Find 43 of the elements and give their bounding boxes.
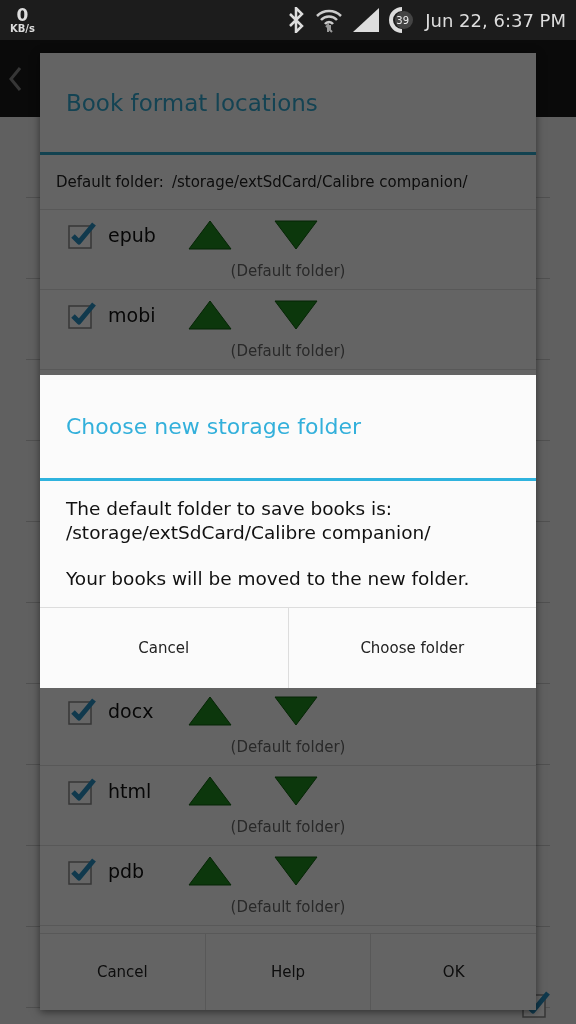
speed-value: 0	[16, 6, 29, 24]
back-icon[interactable]	[8, 65, 22, 92]
move-down-icon[interactable]	[274, 856, 318, 886]
location-text[interactable]: (Default folder)	[40, 898, 536, 916]
checkbox[interactable]	[68, 697, 96, 725]
dialog-message: The default folder to save books is: /storage/extSdCard/Calibre companion/	[66, 497, 432, 546]
bluetooth-icon	[287, 7, 306, 33]
format-name: html	[108, 780, 153, 802]
format-name: epub	[108, 224, 157, 246]
dialog-message: Your books will be moved to the new folder.	[66, 567, 471, 592]
location-text[interactable]: (Default folder)	[40, 262, 536, 280]
checkbox[interactable]	[68, 857, 96, 885]
dialog-button[interactable]: OK	[371, 934, 536, 1010]
clock: Jun 22, 6:37 PM	[425, 9, 566, 31]
format-name: pdb	[108, 860, 146, 882]
move-down-icon[interactable]	[274, 696, 318, 726]
speed-unit: KB/s	[10, 23, 35, 34]
default-folder-label: Default folder:	[56, 173, 164, 191]
move-down-icon[interactable]	[274, 300, 318, 330]
location-text[interactable]: (Default folder)	[40, 738, 536, 756]
battery-icon	[389, 7, 416, 33]
move-up-icon[interactable]	[188, 856, 232, 886]
dialog-button[interactable]: Help	[205, 934, 372, 1010]
move-up-icon[interactable]	[188, 776, 232, 806]
wifi-icon	[315, 7, 344, 33]
move-up-icon[interactable]	[188, 220, 232, 250]
dialog-title: Choose new storage folder	[40, 375, 536, 481]
move-down-icon[interactable]	[274, 776, 318, 806]
location-text[interactable]: (Default folder)	[40, 818, 536, 836]
format-name: mobi	[108, 304, 157, 326]
checkbox[interactable]	[68, 301, 96, 329]
battery-level: 39	[396, 14, 409, 26]
signal-icon	[353, 8, 380, 32]
move-down-icon[interactable]	[274, 220, 318, 250]
dialog-title: Book format locations	[40, 53, 536, 155]
checkbox[interactable]	[68, 777, 96, 805]
move-up-icon[interactable]	[188, 300, 232, 330]
location-text[interactable]: (Default folder)	[40, 342, 536, 360]
dialog-button[interactable]: Cancel	[40, 934, 206, 1010]
checkbox[interactable]	[68, 221, 96, 249]
format-name: docx	[108, 700, 155, 722]
move-up-icon[interactable]	[188, 696, 232, 726]
default-folder-path: /storage/extSdCard/Calibre companion/	[171, 173, 468, 191]
